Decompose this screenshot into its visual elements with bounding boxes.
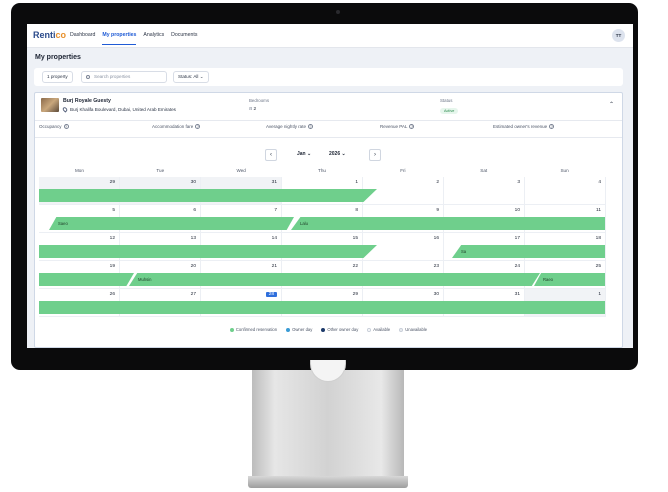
reservation-guest-name: Raeo bbox=[543, 277, 554, 282]
status-filter-dropdown[interactable]: Status: All ⌄ bbox=[173, 71, 209, 83]
stat-accommodation-fare: Accommodation fare? bbox=[152, 124, 201, 130]
nav-analytics[interactable]: Analytics bbox=[143, 32, 164, 45]
info-icon[interactable]: ? bbox=[63, 124, 69, 130]
prev-month-button[interactable]: ‹ bbox=[265, 149, 277, 161]
reservation-bar[interactable]: Lalu bbox=[291, 217, 605, 230]
bedrooms-label: Bedrooms bbox=[249, 98, 270, 103]
page-title: My properties bbox=[35, 54, 81, 61]
day-cell[interactable]: 2 bbox=[363, 177, 444, 205]
status-label: Status bbox=[440, 98, 453, 103]
calendar-week: 19 20 21 22 23 24 25 Muhsin Raeo bbox=[39, 261, 606, 289]
main-nav: Dashboard My properties Analytics Docume… bbox=[70, 32, 197, 45]
reservation-bar[interactable] bbox=[39, 245, 377, 258]
info-icon[interactable]: ? bbox=[307, 124, 313, 130]
today-marker: 28 bbox=[265, 292, 277, 297]
location-pin-icon bbox=[61, 106, 69, 113]
stat-owner-revenue: Estimated owner's revenue? bbox=[493, 124, 555, 130]
weekday-label: Tue bbox=[156, 168, 165, 173]
weekday-label: Thu bbox=[318, 168, 326, 173]
stat-revenue-pal: Revenue PAL? bbox=[380, 124, 415, 130]
status-badge: Active bbox=[440, 108, 459, 114]
property-name[interactable]: Burj Royale Guesty bbox=[63, 98, 111, 104]
monitor-foot bbox=[248, 476, 408, 488]
legend-dot bbox=[367, 327, 372, 332]
legend-owner-day: Owner day bbox=[286, 327, 312, 337]
nav-dashboard[interactable]: Dashboard bbox=[70, 32, 95, 45]
weekday-header: Mon Tue Wed Thu Fri Sat Sun bbox=[39, 168, 605, 176]
reservation-bar[interactable] bbox=[39, 301, 605, 314]
reservation-bar[interactable] bbox=[39, 273, 134, 286]
reservation-bar[interactable] bbox=[39, 189, 377, 202]
search-icon bbox=[86, 74, 90, 79]
property-thumbnail bbox=[41, 98, 59, 112]
calendar-week: 12 13 14 15 16 17 18 Sa bbox=[39, 233, 606, 261]
month-select[interactable]: Jan ⌄ bbox=[297, 151, 311, 157]
divider bbox=[35, 120, 622, 121]
stats-row: Occupancy? Accommodation fare? Average n… bbox=[39, 124, 619, 134]
legend-other-owner-day: Other owner day bbox=[321, 327, 358, 337]
weekday-label: Sat bbox=[480, 168, 488, 173]
legend-confirmed: Confirmed reservation bbox=[229, 327, 277, 337]
legend-available: Available bbox=[367, 327, 390, 337]
info-icon[interactable]: ? bbox=[549, 124, 555, 130]
property-address: Burj Khalifa Boulevard, Dubai, United Ar… bbox=[61, 106, 176, 113]
weekday-label: Fri bbox=[400, 168, 406, 173]
reservation-bar[interactable]: Saeo bbox=[49, 217, 294, 230]
collapse-chevron-icon[interactable]: ⌃ bbox=[609, 101, 614, 108]
chevron-down-icon: ⌄ bbox=[199, 74, 204, 79]
reservation-guest-name: Muhsin bbox=[138, 277, 152, 282]
next-month-button[interactable]: › bbox=[369, 149, 381, 161]
reservation-bar[interactable]: Sa bbox=[452, 245, 605, 258]
top-navigation-bar: Rentico Dashboard My properties Analytic… bbox=[27, 24, 633, 48]
legend-dot bbox=[399, 327, 404, 332]
properties-toolbar: 1 property Search properties Status: All… bbox=[34, 68, 623, 86]
month-navigator: ‹ Jan ⌄ 2026 ⌄ › bbox=[35, 149, 622, 163]
reservation-bar[interactable]: Muhsin bbox=[129, 273, 540, 286]
year-select[interactable]: 2026 ⌄ bbox=[329, 151, 346, 157]
calendar-week: 26 27 28 29 30 31 1 bbox=[39, 289, 606, 317]
reservation-guest-name: Sa bbox=[461, 249, 467, 254]
day-cell[interactable]: 4 bbox=[525, 177, 606, 205]
day-cell[interactable]: 3 bbox=[444, 177, 525, 205]
legend-dot bbox=[229, 327, 234, 332]
weekday-label: Wed bbox=[236, 168, 246, 173]
bedrooms-value: ⊟ 2 bbox=[249, 106, 257, 112]
app-logo[interactable]: Rentico bbox=[33, 30, 66, 40]
calendar-legend: Confirmed reservation Owner day Other ow… bbox=[35, 327, 622, 337]
user-avatar[interactable]: TT bbox=[612, 29, 625, 42]
weekday-label: Sun bbox=[560, 168, 569, 173]
reservation-guest-name: Lalu bbox=[300, 221, 308, 226]
info-icon[interactable]: ? bbox=[195, 124, 201, 130]
monitor-stand bbox=[252, 370, 404, 478]
app-screen: Rentico Dashboard My properties Analytic… bbox=[27, 24, 633, 348]
stat-occupancy: Occupancy? bbox=[39, 124, 69, 130]
reservation-bar[interactable]: Raeo bbox=[534, 273, 605, 286]
calendar-week: 5 6 7 8 9 10 11 Saeo Lalu bbox=[39, 205, 606, 233]
stat-avg-nightly-rate: Average nightly rate? bbox=[266, 124, 313, 130]
nav-my-properties[interactable]: My properties bbox=[102, 32, 137, 45]
property-card: Burj Royale Guesty Burj Khalifa Boulevar… bbox=[34, 92, 623, 348]
nav-documents[interactable]: Documents bbox=[171, 32, 197, 45]
day-cell[interactable]: 16 bbox=[363, 233, 444, 261]
legend-dot bbox=[321, 327, 326, 332]
calendar-grid: 29 30 31 1 2 3 4 5 6 7 8 9 10 11 Saeo La… bbox=[39, 177, 606, 317]
legend-dot bbox=[286, 327, 291, 332]
property-count-chip: 1 property bbox=[42, 71, 73, 83]
info-icon[interactable]: ? bbox=[409, 124, 415, 130]
search-input[interactable]: Search properties bbox=[81, 71, 167, 83]
reservation-guest-name: Saeo bbox=[58, 221, 68, 226]
legend-unavailable: Unavailable bbox=[399, 327, 427, 337]
calendar-week: 29 30 31 1 2 3 4 bbox=[39, 177, 606, 205]
camera-dot bbox=[336, 10, 340, 14]
divider bbox=[35, 137, 622, 138]
weekday-label: Mon bbox=[74, 168, 84, 173]
